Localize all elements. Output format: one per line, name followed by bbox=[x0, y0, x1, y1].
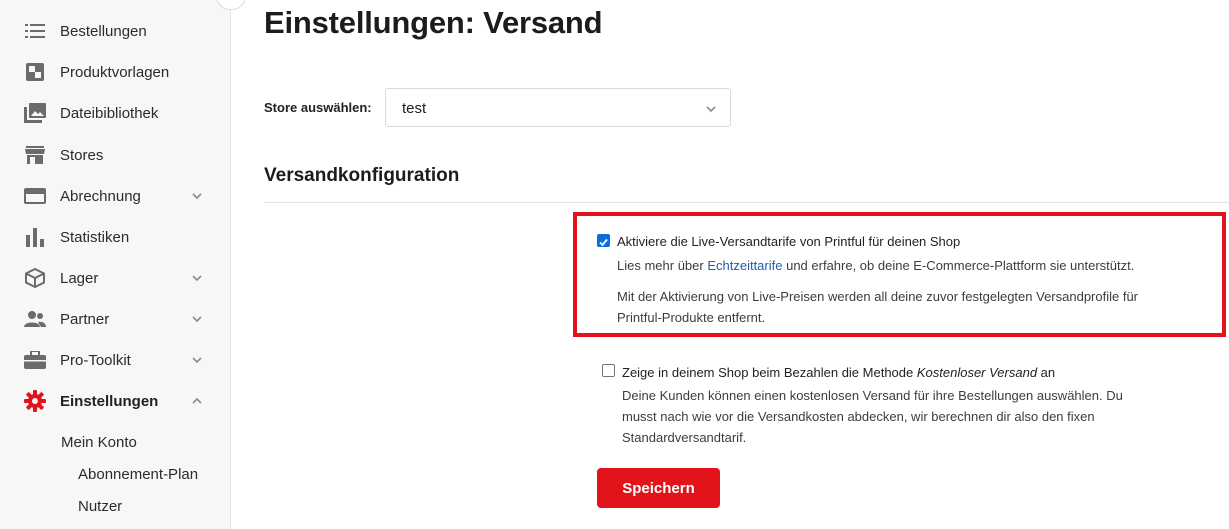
free-shipping-label: Zeige in deinem Shop beim Bezahlen die M… bbox=[622, 362, 1055, 383]
chevron-down-icon bbox=[192, 316, 202, 323]
sidebar-collapse-toggle[interactable] bbox=[216, 0, 246, 10]
credit-card-icon bbox=[24, 185, 46, 207]
free-shipping-desc-line2: musst nach wie vor die Versandkosten abd… bbox=[622, 409, 1095, 424]
live-rates-description: Lies mehr über Echtzeittarife und erfahr… bbox=[617, 255, 1134, 276]
sidebar-item-einstellungen[interactable]: Einstellungen bbox=[0, 384, 231, 418]
page-title: Einstellungen: Versand bbox=[264, 5, 603, 40]
sidebar-item-lager[interactable]: Lager bbox=[0, 261, 231, 295]
divider bbox=[264, 202, 1229, 203]
checkmark-icon bbox=[599, 238, 608, 247]
sidebar-item-label: Abrechnung bbox=[60, 187, 141, 205]
live-rates-label: Aktiviere die Live-Versandtarife von Pri… bbox=[617, 234, 961, 249]
free-shipping-desc-line3: Standardversandtarif. bbox=[622, 430, 747, 445]
chevron-down-icon bbox=[192, 357, 202, 364]
chevron-down-icon bbox=[192, 275, 202, 282]
sidebar-item-label: Partner bbox=[60, 310, 110, 328]
sidebar-item-produktvorlagen[interactable]: Produktvorlagen bbox=[0, 55, 231, 89]
sidebar-item-abrechnung[interactable]: Abrechnung bbox=[0, 179, 231, 213]
store-icon bbox=[24, 144, 46, 166]
sidebar-item-label: Pro-Toolkit bbox=[60, 351, 131, 369]
section-title: Versandkonfiguration bbox=[264, 165, 460, 186]
store-select[interactable]: test bbox=[385, 88, 731, 127]
bar-chart-icon bbox=[24, 226, 46, 248]
sidebar-item-label: Bestellungen bbox=[60, 22, 147, 40]
people-icon bbox=[24, 308, 46, 330]
list-icon bbox=[24, 20, 46, 42]
live-rates-desc-text: Lies mehr über bbox=[617, 258, 708, 273]
image-library-icon bbox=[24, 102, 46, 124]
sidebar-item-label: Dateibibliothek bbox=[60, 104, 159, 122]
sidebar-item-statistiken[interactable]: Statistiken bbox=[0, 220, 231, 254]
sidebar-subitem-abonnement-plan[interactable]: Abonnement-Plan bbox=[78, 466, 198, 483]
free-shipping-label-emphasis: Kostenloser Versand bbox=[916, 365, 1038, 380]
sidebar-item-label: Statistiken bbox=[60, 228, 130, 246]
sidebar: Bestellungen Produktvorlagen Dateibiblio… bbox=[0, 0, 246, 529]
store-select-label: Store auswählen: bbox=[264, 100, 372, 115]
sidebar-item-label: Lager bbox=[60, 269, 99, 287]
sidebar-item-pro-toolkit[interactable]: Pro-Toolkit bbox=[0, 343, 231, 377]
free-shipping-desc-line1: Deine Kunden können einen kostenlosen Ve… bbox=[622, 388, 1123, 403]
briefcase-icon bbox=[24, 349, 46, 371]
sidebar-item-partner[interactable]: Partner bbox=[0, 302, 231, 336]
sidebar-item-label: Einstellungen bbox=[60, 392, 159, 410]
sidebar-item-stores[interactable]: Stores bbox=[0, 138, 231, 172]
save-button[interactable]: Speichern bbox=[597, 468, 720, 508]
free-shipping-label-text: Zeige in deinem Shop beim Bezahlen die M… bbox=[622, 365, 917, 380]
sidebar-item-label: Produktvorlagen bbox=[60, 63, 170, 81]
chevron-down-icon bbox=[706, 106, 716, 113]
chevron-up-icon bbox=[192, 397, 202, 404]
live-rates-checkbox[interactable] bbox=[597, 234, 610, 247]
live-rates-note-line1: Mit der Aktivierung von Live-Preisen wer… bbox=[617, 289, 1139, 304]
sidebar-subitem-mein-konto[interactable]: Mein Konto bbox=[61, 434, 137, 451]
sidebar-item-bestellungen[interactable]: Bestellungen bbox=[0, 14, 231, 48]
sidebar-subitem-nutzer[interactable]: Nutzer bbox=[78, 498, 122, 515]
box-icon bbox=[24, 267, 46, 289]
store-select-value: test bbox=[402, 100, 427, 117]
sidebar-item-label: Stores bbox=[60, 146, 104, 164]
sidebar-item-dateibibliothek[interactable]: Dateibibliothek bbox=[0, 96, 231, 130]
echtzeittarife-link[interactable]: Echtzeittarife bbox=[707, 258, 782, 273]
gear-icon bbox=[24, 390, 46, 412]
template-icon bbox=[24, 61, 46, 83]
chevron-down-icon bbox=[192, 193, 202, 200]
live-rates-note-line2: Printful-Produkte entfernt. bbox=[617, 310, 766, 325]
free-shipping-checkbox[interactable] bbox=[602, 364, 615, 377]
live-rates-desc-text-end: und erfahre, ob deine E-Commerce-Plattfo… bbox=[782, 258, 1135, 273]
free-shipping-label-end: an bbox=[1037, 365, 1056, 380]
